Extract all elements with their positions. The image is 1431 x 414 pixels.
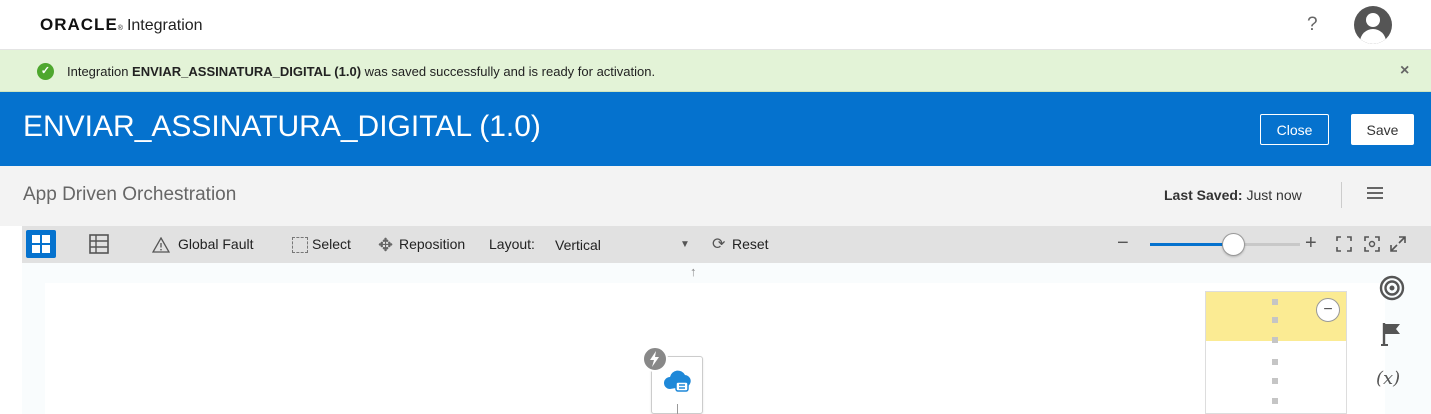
dot <box>1272 337 1278 343</box>
logo-product: Integration <box>126 17 203 34</box>
zoom-out-icon[interactable]: − <box>1117 232 1129 255</box>
layout-select[interactable]: Vertical ▼ <box>548 233 698 257</box>
help-icon[interactable]: ? <box>1307 14 1318 36</box>
arrow-up-icon: ↑ <box>690 264 697 279</box>
dot <box>1272 299 1278 305</box>
reset-button[interactable]: Reset <box>732 236 769 252</box>
registered-mark: ® <box>117 25 123 32</box>
zoom-slider-thumb[interactable] <box>1221 233 1245 256</box>
divider <box>1341 182 1342 208</box>
list-view-icon[interactable] <box>89 234 109 254</box>
integration-pattern: App Driven Orchestration <box>23 184 237 205</box>
chevron-down-icon: ▼ <box>680 239 690 250</box>
logo-brand: ORACLE <box>40 15 118 34</box>
page-title: ENVIAR_ASSINATURA_DIGITAL (1.0) <box>23 110 541 143</box>
collapse-icon[interactable]: − <box>1316 298 1340 322</box>
layout-value: Vertical <box>555 237 601 253</box>
select-button[interactable]: Select <box>312 236 351 252</box>
zoom-slider-fill <box>1150 243 1233 246</box>
sub-header: App Driven Orchestration Last Saved: Jus… <box>0 166 1431 226</box>
banner-message: Integration ENVIAR_ASSINATURA_DIGITAL (1… <box>67 64 656 79</box>
target-icon[interactable] <box>1378 274 1406 302</box>
select-icon <box>292 237 308 253</box>
connector-line <box>677 404 678 414</box>
global-fault-button[interactable]: Global Fault <box>178 236 253 252</box>
title-bar: ENVIAR_ASSINATURA_DIGITAL (1.0) <box>0 92 1431 166</box>
last-saved-status: Last Saved: Just now <box>1164 187 1302 203</box>
variable-icon[interactable]: (x) <box>1376 368 1400 389</box>
dot <box>1272 398 1278 404</box>
success-banner: ✓ Integration ENVIAR_ASSINATURA_DIGITAL … <box>0 50 1431 92</box>
layout-label: Layout: <box>489 236 535 252</box>
save-button[interactable]: Save <box>1351 114 1414 145</box>
reposition-button[interactable]: Reposition <box>399 236 465 252</box>
canvas-area <box>45 283 1385 414</box>
close-button[interactable]: Close <box>1260 114 1329 145</box>
expand-icon[interactable] <box>1389 235 1407 253</box>
menu-icon[interactable] <box>1367 187 1383 203</box>
top-bar: ORACLE ® Integration ? <box>0 0 1431 50</box>
dot <box>1272 378 1278 384</box>
check-circle-icon: ✓ <box>37 63 54 80</box>
banner-integration-name: ENVIAR_ASSINATURA_DIGITAL (1.0) <box>132 64 362 79</box>
cloud-adapter-icon <box>664 370 691 392</box>
lightning-icon <box>642 346 668 372</box>
side-panel: − <box>1205 291 1347 414</box>
warning-icon <box>152 237 170 253</box>
flag-icon[interactable] <box>1378 320 1406 348</box>
close-banner-icon[interactable]: × <box>1400 62 1409 80</box>
user-avatar-icon[interactable] <box>1354 6 1392 44</box>
zoom-in-icon[interactable]: + <box>1305 232 1317 255</box>
fit-to-screen-icon[interactable] <box>1335 235 1353 253</box>
dot <box>1272 359 1278 365</box>
canvas-view-icon[interactable] <box>26 230 56 258</box>
focus-icon[interactable] <box>1363 235 1381 253</box>
refresh-icon: ⟳ <box>712 236 726 253</box>
oracle-logo: ORACLE ® Integration <box>40 15 203 35</box>
canvas-toolbar: Global Fault Select ✥ Reposition Layout:… <box>22 226 1431 263</box>
move-icon: ✥ <box>378 235 394 255</box>
dot <box>1272 317 1278 323</box>
